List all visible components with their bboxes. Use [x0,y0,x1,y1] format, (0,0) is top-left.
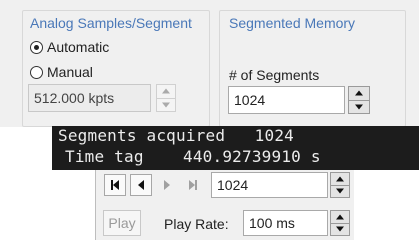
play-button[interactable]: Play [103,210,141,236]
segment-increment-button[interactable] [330,172,350,186]
segments-acquired-value: 1024 [254,126,295,145]
spin-down-icon [355,104,363,110]
segments-count-field[interactable]: 1024 [228,86,345,114]
segments-decrement-button[interactable] [348,100,370,114]
samples-increment-button[interactable] [156,84,176,99]
analog-samples-group-title: Analog Samples/Segment [27,15,195,31]
manual-radio-option[interactable]: Manual [30,64,93,80]
segments-count-label: # of Segments [229,67,320,83]
spin-down-icon [336,226,344,232]
segments-increment-button[interactable] [348,86,370,101]
automatic-label: Automatic [47,39,110,55]
segment-status-overlay: Segments acquired 1024 Time tag 440.9273… [52,126,419,170]
manual-radio-button[interactable] [30,65,43,79]
automatic-radio-option[interactable]: Automatic [30,39,109,55]
play-rate-label: Play Rate: [164,216,229,232]
last-segment-icon [189,180,197,190]
segment-playback-controls: 1024 Play Play Rate: 100 ms [95,170,354,240]
segment-decrement-button[interactable] [330,185,350,198]
time-tag-label: Time tag [65,147,144,166]
spin-up-icon [162,88,170,94]
time-tag-value: 440.92739910 s [183,147,321,166]
first-segment-icon [111,180,119,190]
segments-acquired-line: Segments acquired 1024 [58,126,294,145]
last-segment-button[interactable] [182,174,204,196]
automatic-radio-button[interactable] [30,40,43,54]
play-rate-increment-button[interactable] [330,210,350,224]
time-tag-line: Time tag 440.92739910 s [65,147,321,166]
next-segment-button[interactable] [156,174,178,196]
segmented-memory-group-title: Segmented Memory [226,15,359,31]
spin-up-icon [355,90,363,96]
spin-down-icon [336,188,344,194]
acquisition-settings-panel: Analog Samples/Segment Automatic Manual … [0,0,419,127]
play-rate-spinner[interactable] [330,210,350,236]
current-segment-spinner[interactable] [330,172,350,198]
spin-up-icon [336,214,344,220]
current-segment-field[interactable]: 1024 [211,172,328,198]
segments-count-spinner[interactable] [348,86,370,114]
samples-per-segment-field[interactable]: 512.000 kpts [28,84,151,112]
play-rate-decrement-button[interactable] [330,223,350,236]
manual-label: Manual [47,64,93,80]
samples-per-segment-spinner[interactable] [156,84,176,112]
previous-segment-button[interactable] [130,174,152,196]
samples-decrement-button[interactable] [156,98,176,112]
spin-down-icon [162,102,170,108]
segments-acquired-label: Segments acquired [58,126,226,145]
play-rate-field[interactable]: 100 ms [243,210,328,236]
spin-up-icon [336,176,344,182]
next-segment-icon [164,180,170,190]
first-segment-button[interactable] [104,174,126,196]
previous-segment-icon [138,180,144,190]
